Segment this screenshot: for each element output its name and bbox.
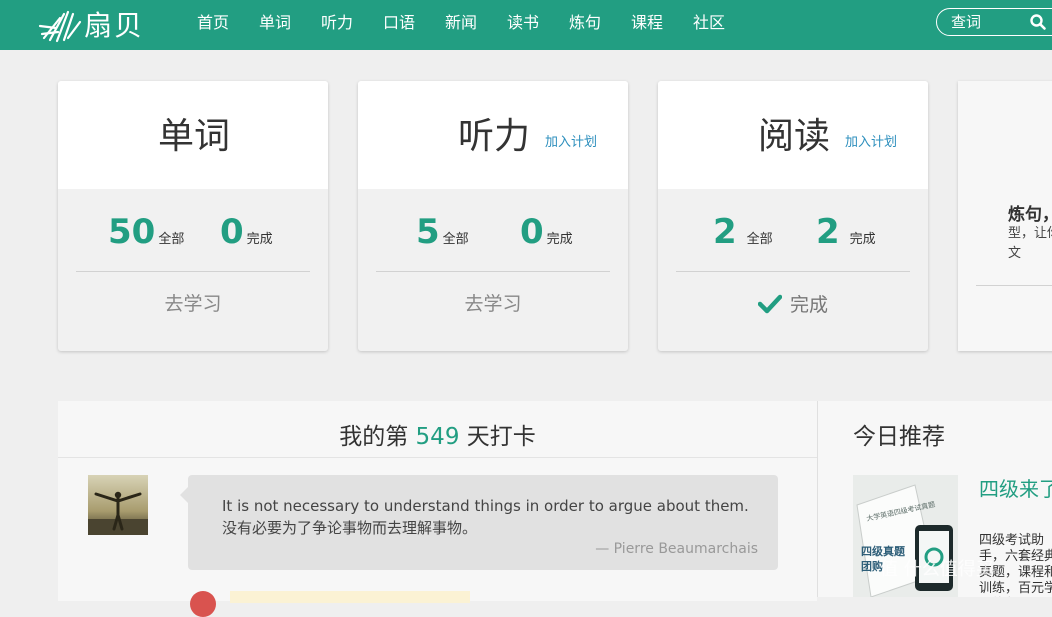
total-count: 2 [713, 212, 737, 252]
go-study-button[interactable]: 去学习 [58, 289, 328, 316]
site-logo[interactable]: 扇贝 [38, 2, 144, 46]
card-header: 单词 [58, 81, 328, 189]
checkin-days: 549 [415, 424, 460, 450]
completed-label: 完成 [789, 294, 828, 316]
nav-item-speaking[interactable]: 口语 [368, 0, 430, 50]
add-to-plan-link[interactable]: 加入计划 [545, 131, 597, 150]
reading-card: 阅读 加入计划 2 全部 2 完成 完成 [658, 81, 928, 351]
nav-item-news[interactable]: 新闻 [430, 0, 492, 50]
search-box [936, 8, 1052, 36]
done-count: 2 [816, 212, 840, 252]
vocabulary-card: 单词 50 全部 0 完成 去学习 [58, 81, 328, 351]
nav-item-community[interactable]: 社区 [678, 0, 740, 50]
card-description: 型，让你的英文 [1008, 226, 1052, 261]
shell-logo-icon [38, 10, 82, 43]
avatar[interactable] [88, 475, 148, 535]
card-title: 单词 [158, 116, 231, 157]
recommend-title: 今日推荐 [853, 424, 945, 450]
top-navbar: 扇贝 首页 单词 听力 口语 新闻 读书 炼句 课程 社区 [0, 0, 1052, 50]
done-count: 0 [520, 212, 544, 252]
logo-text: 扇贝 [84, 9, 145, 42]
done-stat: 0 完成 [220, 212, 273, 252]
card-header: 听力 加入计划 [358, 81, 628, 189]
total-stat: 2 全部 [713, 212, 773, 252]
sentence-card: 炼句， 型，让你的英文 [958, 81, 1052, 351]
done-stat: 0 完成 [520, 212, 573, 252]
quote-chinese: 没有必要为了争论事物而去理解事物。 [222, 519, 478, 537]
notice-strip [230, 591, 470, 603]
search-input[interactable] [951, 12, 1021, 32]
checkin-prefix: 我的第 [339, 424, 409, 450]
go-study-button[interactable]: 去学习 [358, 289, 628, 316]
done-label: 完成 [546, 232, 573, 247]
nav-item-vocabulary[interactable]: 单词 [244, 0, 306, 50]
card-title: 听力 [458, 116, 531, 157]
done-label: 完成 [246, 232, 273, 247]
done-label: 完成 [849, 232, 876, 247]
add-to-plan-link[interactable]: 加入计划 [845, 131, 897, 150]
divider [76, 271, 310, 272]
total-label: 全部 [746, 232, 773, 247]
quote-author: — Pierre Beaumarchais [595, 541, 758, 557]
nav-item-listening[interactable]: 听力 [306, 0, 368, 50]
checkmark-icon [757, 294, 783, 314]
divider [58, 457, 817, 458]
listening-card: 听力 加入计划 5 全部 0 完成 去学习 [358, 81, 628, 351]
checkin-title: 我的第 549 天打卡 [58, 417, 817, 451]
recommend-item-title[interactable]: 四级来了 [979, 473, 1052, 502]
daily-quote: It is not necessary to understand things… [180, 475, 778, 570]
total-count: 5 [416, 212, 440, 252]
checkin-suffix: 天打卡 [466, 424, 536, 450]
nav-item-courses[interactable]: 课程 [616, 0, 678, 50]
search-icon[interactable] [1029, 13, 1049, 33]
divider [676, 271, 910, 272]
total-label: 全部 [442, 232, 469, 247]
checkin-panel: 我的第 549 天打卡 It is not necessary to under… [58, 401, 817, 617]
nav-item-home[interactable]: 首页 [182, 0, 244, 50]
total-stat: 5 全部 [416, 212, 469, 252]
watermark-text: 值 什么值得买 [880, 559, 994, 580]
total-count: 50 [108, 212, 156, 252]
divider [976, 285, 1052, 286]
nav-item-sentences[interactable]: 炼句 [554, 0, 616, 50]
completed-status: 完成 [658, 290, 928, 317]
main-nav: 首页 单词 听力 口语 新闻 读书 炼句 课程 社区 [182, 0, 740, 50]
quote-english: It is not necessary to understand things… [222, 497, 749, 515]
total-stat: 50 全部 [108, 212, 184, 252]
card-title: 炼句， [1008, 205, 1052, 225]
card-title: 阅读 [758, 116, 831, 157]
done-count: 0 [220, 212, 244, 252]
nav-item-reading[interactable]: 读书 [492, 0, 554, 50]
divider [376, 271, 610, 272]
total-label: 全部 [158, 232, 185, 247]
notification-icon [190, 591, 216, 617]
card-header: 阅读 加入计划 [658, 81, 928, 189]
done-stat: 2 完成 [816, 212, 876, 252]
quote-pointer [180, 487, 188, 503]
